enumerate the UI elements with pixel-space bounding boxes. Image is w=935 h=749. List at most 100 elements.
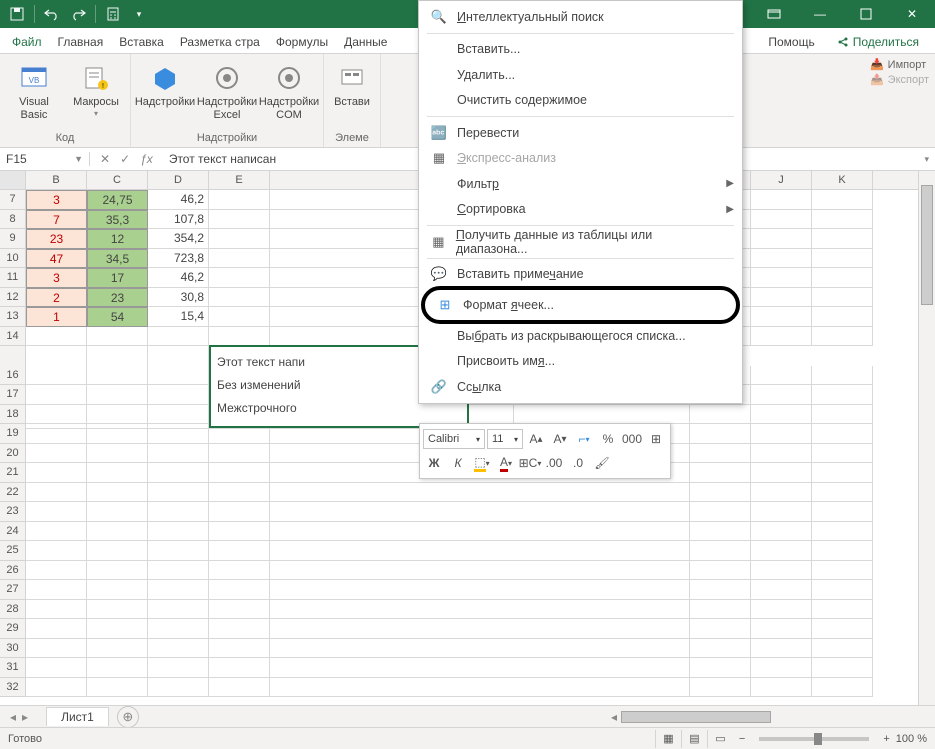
cell[interactable] bbox=[690, 658, 751, 678]
cell[interactable] bbox=[87, 483, 148, 503]
row-header[interactable]: 7 bbox=[0, 190, 26, 210]
cell[interactable] bbox=[148, 502, 209, 522]
cell[interactable]: 30,8 bbox=[148, 288, 209, 308]
ctx-sort[interactable]: Сортировка▶ bbox=[419, 197, 742, 223]
cell[interactable] bbox=[690, 405, 751, 425]
cell[interactable] bbox=[148, 366, 209, 386]
cell[interactable] bbox=[812, 561, 873, 581]
cell[interactable] bbox=[209, 522, 270, 542]
cell[interactable] bbox=[209, 541, 270, 561]
row-header[interactable]: 28 bbox=[0, 600, 26, 620]
merge-button[interactable]: ⊞ bbox=[645, 428, 667, 450]
zoom-out-button[interactable]: − bbox=[733, 733, 751, 745]
cell[interactable] bbox=[87, 502, 148, 522]
zoom-in-button[interactable]: + bbox=[877, 733, 895, 745]
comma-style-button[interactable]: 000 bbox=[621, 428, 643, 450]
tab-layout[interactable]: Разметка стра bbox=[172, 31, 268, 53]
cell[interactable] bbox=[270, 502, 690, 522]
ctx-clear[interactable]: Очистить содержимое bbox=[419, 88, 742, 114]
ctx-smart-lookup[interactable]: 🔍Интеллектуальный поиск bbox=[419, 4, 742, 30]
cell[interactable] bbox=[751, 307, 812, 327]
percent-button[interactable]: % bbox=[597, 428, 619, 450]
cell[interactable] bbox=[26, 561, 87, 581]
name-box[interactable]: F15 ▼ bbox=[0, 152, 90, 166]
cell[interactable] bbox=[270, 580, 690, 600]
cell[interactable] bbox=[270, 483, 690, 503]
cancel-icon[interactable]: ✕ bbox=[100, 152, 110, 166]
cell[interactable] bbox=[87, 678, 148, 698]
cell[interactable] bbox=[690, 580, 751, 600]
select-all-corner[interactable] bbox=[0, 171, 26, 189]
fx-icon[interactable]: ƒx bbox=[140, 152, 153, 166]
cell[interactable] bbox=[270, 541, 690, 561]
cell[interactable] bbox=[209, 327, 270, 347]
cell[interactable] bbox=[26, 522, 87, 542]
cell[interactable] bbox=[690, 463, 751, 483]
cell[interactable] bbox=[812, 190, 873, 210]
col-header[interactable]: J bbox=[751, 171, 812, 189]
cell[interactable] bbox=[812, 268, 873, 288]
cell[interactable]: 107,8 bbox=[148, 210, 209, 230]
cell[interactable] bbox=[87, 327, 148, 347]
cell[interactable] bbox=[148, 541, 209, 561]
cell[interactable]: 34,5 bbox=[87, 249, 148, 269]
cell[interactable] bbox=[87, 639, 148, 659]
cell[interactable] bbox=[26, 327, 87, 347]
cell[interactable] bbox=[209, 678, 270, 698]
vertical-scrollbar[interactable] bbox=[918, 171, 935, 705]
cell[interactable] bbox=[148, 678, 209, 698]
cell[interactable] bbox=[148, 658, 209, 678]
cell[interactable] bbox=[26, 502, 87, 522]
cell[interactable] bbox=[751, 190, 812, 210]
ribbon-display-icon[interactable] bbox=[751, 0, 797, 28]
ctx-insert[interactable]: Вставить... bbox=[419, 37, 742, 63]
cell[interactable] bbox=[690, 424, 751, 444]
format-painter-button[interactable]: 🖌 bbox=[591, 452, 613, 474]
cell[interactable] bbox=[148, 561, 209, 581]
row-header[interactable]: 16 bbox=[0, 366, 26, 386]
tab-home[interactable]: Главная bbox=[50, 31, 112, 53]
visual-basic-button[interactable]: VB Visual Basic bbox=[6, 58, 62, 121]
cell[interactable] bbox=[87, 541, 148, 561]
cell[interactable] bbox=[751, 658, 812, 678]
cell[interactable]: 1 bbox=[26, 307, 87, 327]
cell[interactable] bbox=[209, 210, 270, 230]
chevron-down-icon[interactable]: ▼ bbox=[74, 154, 83, 164]
cell[interactable] bbox=[812, 405, 873, 425]
cell[interactable] bbox=[26, 600, 87, 620]
cell[interactable] bbox=[209, 249, 270, 269]
normal-view-button[interactable]: ▦ bbox=[655, 730, 681, 748]
insert-controls-button[interactable]: Встави bbox=[330, 58, 374, 109]
cell[interactable]: 23 bbox=[26, 229, 87, 249]
cell[interactable] bbox=[751, 424, 812, 444]
cell[interactable] bbox=[26, 483, 87, 503]
cell[interactable] bbox=[812, 600, 873, 620]
cell[interactable] bbox=[812, 463, 873, 483]
ctx-insert-comment[interactable]: 💬Вставить примечание bbox=[419, 262, 742, 288]
cell[interactable] bbox=[812, 288, 873, 308]
borders-button[interactable]: ⊞C▾ bbox=[519, 452, 541, 474]
cell[interactable] bbox=[87, 522, 148, 542]
sheet-tab[interactable]: Лист1 bbox=[46, 707, 109, 726]
font-size-select[interactable]: 11▾ bbox=[487, 429, 523, 449]
ctx-define-name[interactable]: Присвоить имя... bbox=[419, 349, 742, 375]
share-button[interactable]: Поделиться bbox=[829, 31, 927, 53]
macros-button[interactable]: ! Макросы ▾ bbox=[68, 58, 124, 118]
cell[interactable] bbox=[26, 385, 87, 405]
cell[interactable]: 12 bbox=[87, 229, 148, 249]
zoom-level[interactable]: 100 % bbox=[896, 733, 927, 745]
row-header[interactable]: 12 bbox=[0, 288, 26, 308]
row-header[interactable]: 14 bbox=[0, 327, 26, 347]
cell[interactable] bbox=[690, 600, 751, 620]
font-select[interactable]: Calibri▾ bbox=[423, 429, 485, 449]
redo-icon[interactable] bbox=[67, 3, 89, 25]
cell[interactable] bbox=[812, 678, 873, 698]
cell[interactable] bbox=[690, 502, 751, 522]
cell[interactable] bbox=[148, 600, 209, 620]
cell[interactable] bbox=[751, 249, 812, 269]
cell[interactable] bbox=[751, 678, 812, 698]
row-header[interactable]: 17 bbox=[0, 385, 26, 405]
page-break-button[interactable]: ▭ bbox=[707, 730, 733, 748]
cell[interactable]: 46,2 bbox=[148, 190, 209, 210]
row-header[interactable]: 11 bbox=[0, 268, 26, 288]
